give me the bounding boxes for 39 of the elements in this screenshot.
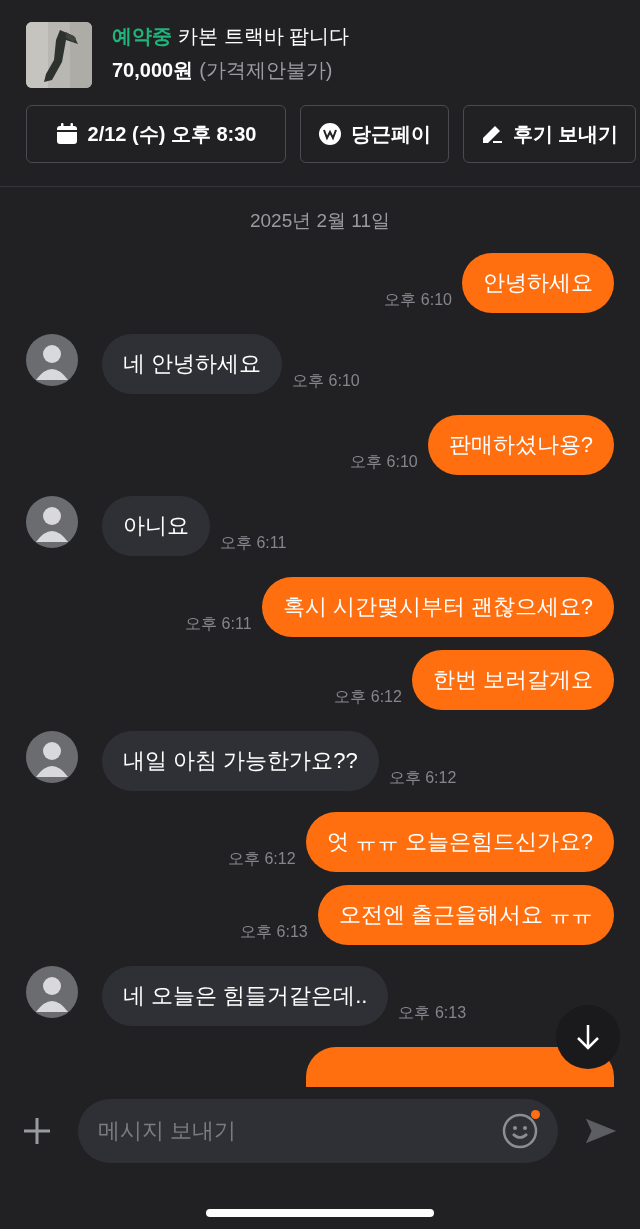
pencil-icon (480, 123, 503, 145)
status-label: 예약중 (112, 24, 172, 49)
message-bubble: 한번 보러갈게요 (411, 650, 614, 710)
message-time: 오후 6:11 (185, 614, 252, 634)
action-button[interactable]: 2/12 (수) 오후 8:30 (26, 105, 286, 163)
date-divider: 2025년 2월 11일 (248, 209, 392, 233)
avatar-icon (26, 966, 78, 1018)
message-bubble: 안녕하세요 (462, 253, 614, 313)
price: 70,000원 (112, 58, 194, 83)
action-button[interactable]: 당근페이 (300, 105, 449, 163)
message-bubble: 오전엔 출근을해서요 ㅠㅠ (317, 885, 614, 945)
price-note: (가격제안불가) (199, 58, 333, 83)
message-bubble: 내일 아침 가능한가요?? (102, 731, 379, 791)
avatar-icon (26, 334, 78, 386)
message-bubble: 네 오늘은 힘들거같은데.. (102, 966, 389, 1026)
message-time: 오후 6:10 (384, 290, 452, 310)
message-time: 오후 6:10 (292, 371, 360, 391)
plus-icon[interactable] (22, 1116, 52, 1146)
message-time: 오후 6:13 (240, 922, 308, 942)
won-coin-icon (318, 123, 341, 145)
calendar-icon (55, 123, 78, 145)
product-title: 카본 트랙바 팝니다 (178, 24, 350, 49)
message-bubble: 네 안녕하세요 (102, 334, 283, 394)
message-bubble: 아니요 (102, 496, 210, 556)
avatar-icon (26, 496, 78, 548)
message-time: 오후 6:12 (388, 768, 457, 788)
message-time: 오후 6:12 (334, 687, 402, 707)
message-time: 오후 6:13 (398, 1003, 467, 1023)
message-field[interactable]: 메시지 보내기 (78, 1099, 558, 1163)
action-button[interactable]: 후기 보내기 (463, 105, 636, 163)
avatar-icon (26, 731, 78, 783)
message-bubble: 혹시 시간몇시부터 괜찮으세요? (261, 577, 614, 637)
message-time: 오후 6:10 (350, 452, 418, 472)
emoji-icon[interactable] (502, 1113, 538, 1149)
send-icon[interactable] (584, 1116, 618, 1146)
message-time: 오후 6:11 (220, 533, 287, 553)
message-bubble: 판매하셨나용? (427, 415, 614, 475)
message-time: 오후 6:12 (227, 849, 296, 869)
message-bubble: 엇 ㅠㅠ 오늘은힘드신가요? (305, 812, 614, 872)
